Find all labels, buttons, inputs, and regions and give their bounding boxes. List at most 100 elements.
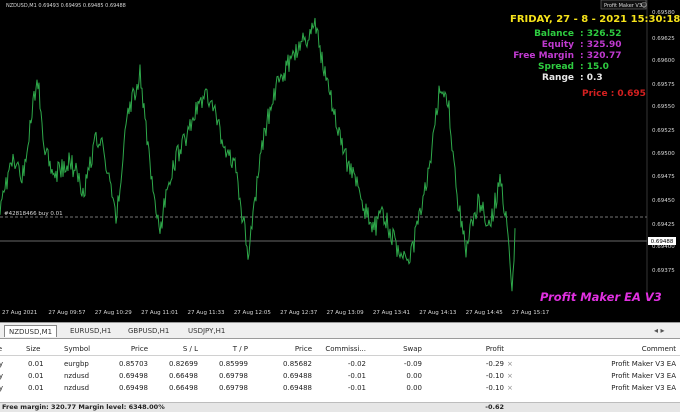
row-symbol: nzdusd	[64, 384, 90, 392]
price-tick-label: 0.69600	[652, 58, 675, 64]
order-line-label: #42818466 buy 0.01	[4, 211, 63, 217]
row-symbol: nzdusd	[64, 372, 90, 380]
time-tick-label: 27 Aug 09:57	[48, 310, 86, 316]
row-stop-loss[interactable]: 0.66498	[160, 370, 198, 382]
row-open-price: 0.69498	[119, 372, 148, 380]
row-comment: Profit Maker V3 EA	[611, 372, 676, 380]
price-tick-label: 0.69375	[652, 268, 675, 274]
row-current-price: 0.85682	[283, 360, 312, 368]
time-tick-label: 27 Aug 14:45	[466, 310, 504, 316]
spread-value: : 15.0	[580, 62, 609, 72]
col-header-swap[interactable]: Swap	[380, 343, 422, 355]
free-margin-value: : 320.77	[580, 51, 622, 61]
col-header-profit[interactable]: Profit	[460, 343, 504, 355]
equity-label: Equity	[541, 40, 574, 50]
close-order-icon[interactable]: ×	[507, 358, 513, 370]
time-tick-label: 27 Aug 10:29	[95, 310, 133, 316]
balance-label: Balance	[534, 29, 574, 39]
tab-usdjpy-h1[interactable]: USDJPY,H1	[184, 325, 229, 337]
time-tick-label: 27 Aug 13:41	[373, 310, 410, 316]
row-type: buy	[0, 384, 4, 392]
col-header-current-price[interactable]: Price	[260, 343, 312, 355]
row-open-price: 0.85703	[119, 360, 148, 368]
brand-watermark: Profit Maker EA V3	[540, 290, 662, 304]
row-take-profit[interactable]: 0.69798	[210, 382, 248, 394]
tab-gbpusd-h1[interactable]: GBPUSD,H1	[124, 325, 173, 337]
price-tick-label: 0.69625	[652, 36, 675, 42]
trade-terminal: Type Size Symbol Price S / L T / P Price…	[0, 339, 680, 412]
price-tick-label: 0.69525	[652, 128, 675, 134]
row-stop-loss[interactable]: 0.66498	[160, 382, 198, 394]
row-symbol: eurgbp	[64, 360, 89, 368]
tabs-scroll-arrows-icon[interactable]: ◂ ▸	[650, 325, 669, 337]
row-take-profit[interactable]: 0.85999	[210, 358, 248, 370]
row-current-price: 0.69488	[283, 384, 312, 392]
row-open-price: 0.69498	[119, 384, 148, 392]
close-order-icon[interactable]: ×	[507, 382, 513, 394]
spread-label: Spread	[538, 62, 574, 72]
row-stop-loss[interactable]: 0.82699	[160, 358, 198, 370]
balance-value: : 326.52	[580, 29, 622, 39]
row-size: 0.01	[28, 360, 44, 368]
time-tick-label: 27 Aug 11:33	[187, 310, 225, 316]
row-size: 0.01	[28, 372, 44, 380]
chart-canvas: NZDUSD,M1 0.69493 0.69495 0.69485 0.6948…	[0, 0, 676, 316]
col-header-sl[interactable]: S / L	[160, 343, 198, 355]
row-profit: -0.29	[485, 360, 504, 368]
terminal-header-row: Type Size Symbol Price S / L T / P Price…	[0, 343, 680, 356]
table-row[interactable]: buy 0.01 nzdusd 0.69498 0.66498 0.69798 …	[0, 382, 680, 394]
price-tick-label: 0.69550	[652, 104, 675, 110]
row-comment: Profit Maker V3 EA	[611, 360, 676, 368]
col-header-symbol[interactable]: Symbol	[64, 343, 90, 355]
row-swap: 0.00	[406, 372, 422, 380]
row-take-profit[interactable]: 0.69798	[210, 370, 248, 382]
row-current-price: 0.69488	[283, 372, 312, 380]
row-profit: -0.10	[485, 384, 504, 392]
price-tick-label: 0.69575	[652, 82, 675, 88]
time-axis[interactable]: 27 Aug 2021 27 Aug 09:57 27 Aug 10:29 27 Au…	[2, 310, 550, 316]
range-value: : 0.3	[580, 73, 603, 83]
price-tick-label: 0.69500	[652, 151, 675, 157]
row-type: buy	[0, 360, 4, 368]
row-commission: -0.02	[347, 360, 366, 368]
time-tick-label: 27 Aug 11:01	[141, 310, 178, 316]
free-margin-label: Free Margin	[513, 51, 574, 61]
row-commission: -0.01	[347, 372, 366, 380]
col-header-tp[interactable]: T / P	[210, 343, 248, 355]
equity-value: : 325.90	[580, 40, 622, 50]
col-header-size[interactable]: Size	[26, 343, 40, 355]
time-tick-label: 27 Aug 13:09	[327, 310, 365, 316]
col-header-type[interactable]: Type	[0, 343, 8, 355]
col-header-comment[interactable]: Comment	[600, 343, 676, 355]
chart-tabs: NZDUSD,M1 EURUSD,H1 GBPUSD,H1 USDJPY,H1 …	[0, 322, 680, 339]
range-label: Range	[542, 73, 574, 83]
time-tick-label: 27 Aug 12:37	[280, 310, 318, 316]
row-size: 0.01	[28, 384, 44, 392]
current-price-tag: 0.69488	[651, 239, 674, 245]
time-tick-label: 27 Aug 12:05	[234, 310, 272, 316]
smiley-icon: ☺	[641, 2, 647, 9]
close-order-icon[interactable]: ×	[507, 370, 513, 382]
row-swap: -0.09	[403, 360, 422, 368]
price-chart[interactable]: NZDUSD,M1 0.69493 0.69495 0.69485 0.6948…	[0, 0, 680, 322]
col-header-commission[interactable]: Commissi...	[318, 343, 366, 355]
price-tick-label: 0.69425	[652, 222, 675, 228]
ea-badge: Profit Maker V3	[604, 3, 642, 9]
price-display: Price : 0.695	[582, 89, 646, 99]
datetime-display: FRIDAY, 27 - 8 - 2021 15:30:18	[510, 14, 680, 25]
tab-nzdusd-m1[interactable]: NZDUSD,M1	[4, 325, 58, 337]
table-row[interactable]: buy 0.01 nzdusd 0.69498 0.66498 0.69798 …	[0, 370, 680, 382]
row-swap: 0.00	[406, 384, 422, 392]
table-row[interactable]: buy 0.01 eurgbp 0.85703 0.82699 0.85999 …	[0, 358, 680, 370]
time-tick-label: 27 Aug 2021	[2, 310, 37, 316]
time-tick-label: 27 Aug 14:13	[419, 310, 457, 316]
symbol-info: NZDUSD,M1 0.69493 0.69495 0.69485 0.6948…	[6, 3, 126, 9]
tab-eurusd-h1[interactable]: EURUSD,H1	[66, 325, 115, 337]
row-profit: -0.10	[485, 372, 504, 380]
row-type: buy	[0, 372, 4, 380]
row-commission: -0.01	[347, 384, 366, 392]
col-header-price[interactable]: Price	[110, 343, 148, 355]
price-series-line	[0, 17, 516, 292]
price-axis[interactable]: 0.695800.696250.696000.695750.695500.695…	[652, 10, 675, 274]
price-tick-label: 0.69475	[652, 174, 675, 180]
